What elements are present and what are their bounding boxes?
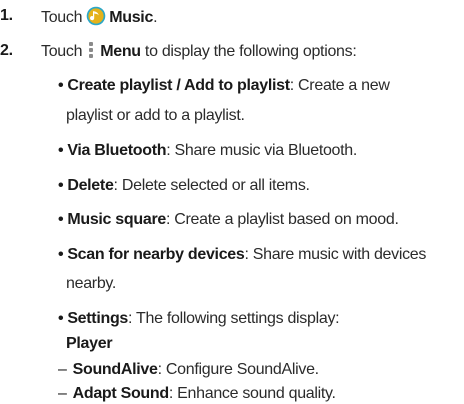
option-desc-continued: nearby. <box>66 275 117 292</box>
option-title: Create playlist / Add to playlist <box>67 77 290 94</box>
bullet: • <box>58 310 64 327</box>
step-prefix: Touch <box>41 9 83 26</box>
bullet: • <box>58 211 64 228</box>
sub-option-desc: : Configure SoundAlive. <box>157 361 320 378</box>
step-text: Touch Music. <box>41 6 158 28</box>
option-via-bluetooth: • Via Bluetooth: Share music via Bluetoot… <box>58 141 357 161</box>
option-desc-continued: playlist or add to a playlist. <box>66 107 245 124</box>
bullet: • <box>58 142 64 159</box>
option-title: Settings <box>67 310 129 327</box>
sub-option-soundalive: – SoundAlive: Configure SoundAlive. <box>58 360 319 380</box>
option-title: Delete <box>67 177 114 194</box>
dash: – <box>58 385 67 402</box>
option-music-square: • Music square: Create a playlist based o… <box>58 210 399 230</box>
bullet: • <box>58 77 64 94</box>
option-create-playlist: • Create playlist / Add to playlist: Crea… <box>58 76 390 96</box>
step-bold: Menu <box>100 43 141 60</box>
sub-option-title: SoundAlive <box>72 361 158 378</box>
option-desc: : Share music via Bluetooth. <box>166 142 358 159</box>
music-app-icon <box>86 6 106 26</box>
option-settings: • Settings: The following settings displa… <box>58 309 340 329</box>
option-scan-nearby-devices: • Scan for nearby devices: Share music wi… <box>58 245 426 265</box>
step-number: 1. <box>0 7 13 24</box>
step-bold: Music <box>109 9 154 26</box>
option-desc: : Create a new <box>289 77 390 94</box>
option-desc: : Create a playlist based on mood. <box>165 211 399 228</box>
settings-heading-player: Player <box>66 335 113 352</box>
sub-option-desc: : Enhance sound quality. <box>168 385 336 402</box>
option-desc: : Delete selected or all items. <box>113 177 310 194</box>
step-number: 2. <box>0 42 13 59</box>
option-desc: : The following settings display: <box>128 310 340 327</box>
step-suffix: . <box>153 9 158 26</box>
bullet: • <box>58 246 64 263</box>
sub-option-adapt-sound: – Adapt Sound: Enhance sound quality. <box>58 384 336 404</box>
option-title: Scan for nearby devices <box>67 246 245 263</box>
step-text: Touch Menu to display the following optio… <box>41 41 357 62</box>
step-suffix: to display the following options: <box>140 43 357 60</box>
document-page: 1. Touch Music. 2. Touch Menu to display t… <box>0 0 464 402</box>
option-delete: • Delete: Delete selected or all items. <box>58 176 310 196</box>
option-title: Music square <box>67 211 166 228</box>
option-title: Via Bluetooth <box>67 142 167 159</box>
option-desc: : Share music with devices <box>244 246 427 263</box>
dash: – <box>58 361 67 378</box>
menu-icon <box>88 41 94 59</box>
sub-option-title: Adapt Sound <box>72 385 170 402</box>
bullet: • <box>58 177 64 194</box>
step-prefix: Touch <box>41 43 83 60</box>
